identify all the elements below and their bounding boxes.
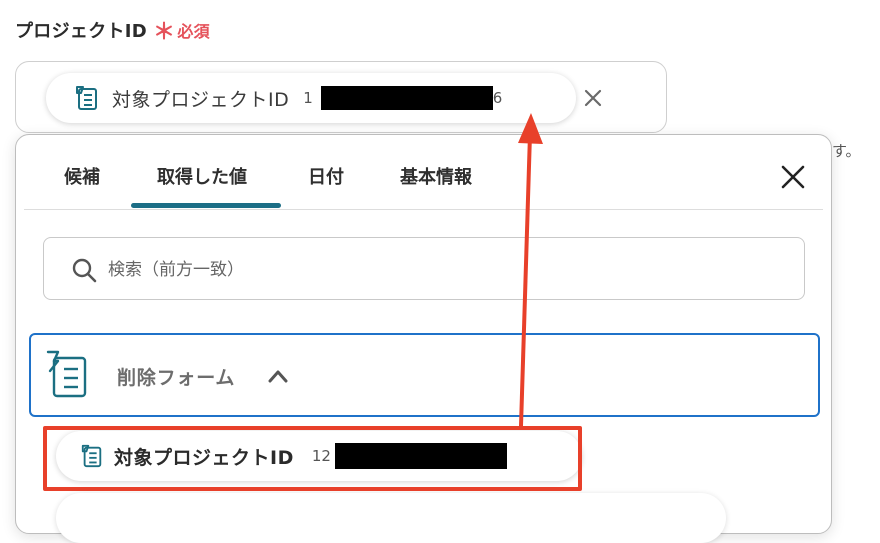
group-header-delete-form[interactable]: 削除フォーム: [29, 333, 820, 417]
result-item-project-id[interactable]: 対象プロジェクトID 12: [56, 431, 582, 481]
selected-value-chip[interactable]: 対象プロジェクトID 1 6: [46, 73, 602, 123]
chip-value-suffix: 6: [492, 89, 503, 107]
value-picker-panel: 候補 取得した値 日付 基本情報 削除フォーム: [15, 134, 832, 543]
clipped-help-text: す。: [832, 142, 861, 160]
result-value-prefix: 12: [311, 447, 331, 465]
chevron-up-icon: [268, 370, 288, 383]
group-title: 削除フォーム: [117, 367, 236, 389]
required-star: ＊: [153, 20, 176, 45]
result-item-value: 12: [312, 443, 507, 469]
form-doc-icon: [76, 86, 97, 110]
field-label: プロジェクトID ＊必須: [15, 14, 210, 46]
chip-label: 対象プロジェクトID: [112, 88, 290, 111]
close-icon[interactable]: [781, 165, 805, 189]
chip-value-prefix: 1: [303, 89, 313, 107]
field-label-text: プロジェクトID: [15, 21, 148, 42]
search-icon: [72, 258, 97, 283]
required-text: 必須: [177, 22, 210, 41]
result-item-label: 対象プロジェクトID: [114, 446, 294, 469]
tab-candidates[interactable]: 候補: [64, 163, 100, 189]
chip-remove-icon[interactable]: [582, 87, 604, 109]
picker-tabs: 候補 取得した値 日付 基本情報: [16, 135, 831, 209]
tab-date[interactable]: 日付: [308, 163, 344, 189]
redaction-bar: [334, 443, 507, 469]
active-tab-indicator: [131, 203, 281, 208]
result-item-next[interactable]: [56, 493, 726, 543]
tabs-divider: [24, 209, 823, 210]
tab-retrieved-values[interactable]: 取得した値: [157, 163, 247, 189]
search-box[interactable]: [43, 237, 805, 300]
redaction-bar: [320, 86, 493, 110]
form-trigger-icon: [46, 350, 87, 398]
search-input[interactable]: [106, 254, 790, 286]
form-doc-icon: [81, 444, 102, 468]
tab-basic-info[interactable]: 基本情報: [400, 163, 472, 189]
chip-value: 1 6: [303, 86, 502, 110]
